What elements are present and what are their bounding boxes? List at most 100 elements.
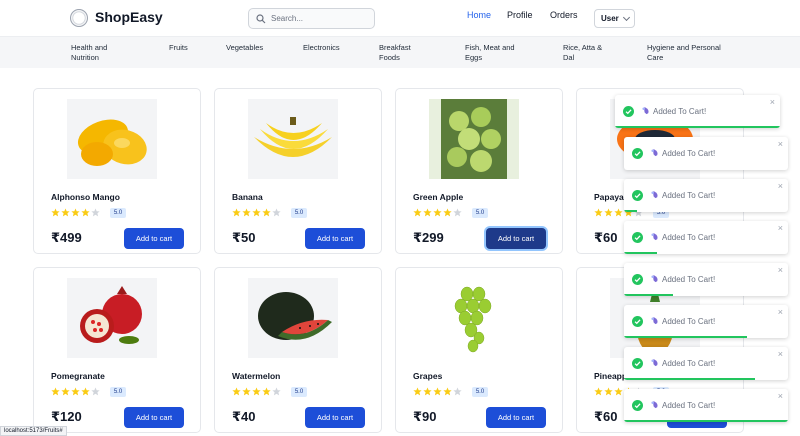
category-health-nutrition[interactable]: Health and Nutrition (71, 43, 107, 63)
rating-badge: 5.0 (110, 387, 126, 397)
rating-badge: 5.0 (472, 387, 488, 397)
shopping-cart-icon (651, 358, 658, 367)
toast-notification[interactable]: Added To Cart! × (624, 221, 788, 254)
close-icon[interactable]: × (778, 139, 783, 149)
category-vegetables[interactable]: Vegetables (226, 43, 263, 53)
product-price: ₹50 (232, 230, 256, 245)
toast-progress-bar (615, 126, 780, 128)
product-price: ₹60 (594, 230, 618, 245)
check-circle-icon (632, 358, 643, 369)
shopping-cart-icon (651, 148, 658, 157)
star-rating (232, 208, 282, 217)
rating-badge: 5.0 (110, 208, 126, 218)
check-circle-icon (632, 400, 643, 411)
add-to-cart-button[interactable]: Add to cart (486, 228, 546, 249)
check-circle-icon (623, 106, 634, 117)
product-card[interactable]: Watermelon 5.0 ₹40 Add to cart (214, 267, 382, 433)
add-to-cart-button[interactable]: Add to cart (124, 407, 184, 428)
category-fish-meat-eggs[interactable]: Fish, Meat and Eggs (465, 43, 515, 63)
toast-notification[interactable]: Added To Cart! × (624, 347, 788, 380)
category-fruits[interactable]: Fruits (169, 43, 188, 53)
nav-orders[interactable]: Orders (550, 10, 578, 20)
toast-message: Added To Cart! (662, 191, 716, 200)
product-card[interactable]: Grapes 5.0 ₹90 Add to cart (395, 267, 563, 433)
brand-name[interactable]: ShopEasy (95, 9, 163, 25)
category-hygiene-personal-care[interactable]: Hygiene and Personal Care (647, 43, 721, 63)
close-icon[interactable]: × (778, 349, 783, 359)
close-icon[interactable]: × (778, 307, 783, 317)
user-dropdown-label: User (601, 14, 619, 23)
star-rating (51, 208, 101, 217)
category-breakfast-foods[interactable]: Breakfast Foods (379, 43, 411, 63)
product-price: ₹90 (413, 409, 437, 424)
shopping-cart-icon (651, 232, 658, 241)
shopping-cart-icon (651, 316, 658, 325)
category-electronics[interactable]: Electronics (303, 43, 340, 53)
add-to-cart-button[interactable]: Add to cart (305, 407, 365, 428)
star-rating (413, 208, 463, 217)
check-circle-icon (632, 274, 643, 285)
close-icon[interactable]: × (778, 391, 783, 401)
toast-notification[interactable]: Added To Cart! × (624, 305, 788, 338)
product-image[interactable] (67, 99, 157, 179)
close-icon[interactable]: × (778, 181, 783, 191)
shopping-cart-icon (651, 274, 658, 283)
product-price: ₹499 (51, 230, 82, 245)
check-circle-icon (632, 148, 643, 159)
toast-message: Added To Cart! (662, 401, 716, 410)
nav-profile[interactable]: Profile (507, 10, 533, 20)
shopping-cart-icon (651, 400, 658, 409)
product-card[interactable]: Pomegranate 5.0 ₹120 Add to cart (33, 267, 201, 433)
toast-notification[interactable]: Added To Cart! × (624, 263, 788, 296)
toast-progress-bar (624, 336, 747, 338)
toast-notification[interactable]: Added To Cart! × (615, 95, 780, 128)
close-icon[interactable]: × (770, 97, 775, 107)
product-name: Banana (232, 192, 263, 202)
product-name: Pomegranate (51, 371, 105, 381)
category-bar: Health and Nutrition Fruits Vegetables E… (0, 36, 800, 68)
product-image[interactable] (248, 99, 338, 179)
toast-notification[interactable]: Added To Cart! × (624, 389, 788, 422)
toast-progress-bar (624, 378, 755, 380)
star-rating (413, 387, 463, 396)
search-input[interactable] (271, 14, 366, 23)
product-price: ₹299 (413, 230, 444, 245)
shopping-cart-icon (651, 190, 658, 199)
toast-progress-bar (624, 210, 637, 212)
search-box[interactable] (248, 8, 375, 29)
close-icon[interactable]: × (778, 265, 783, 275)
add-to-cart-button[interactable]: Add to cart (486, 407, 546, 428)
rating-badge: 5.0 (291, 208, 307, 218)
add-to-cart-button[interactable]: Add to cart (305, 228, 365, 249)
close-icon[interactable]: × (778, 223, 783, 233)
toast-progress-bar (624, 420, 788, 422)
check-circle-icon (632, 316, 643, 327)
chevron-down-icon (622, 13, 631, 22)
product-image[interactable] (429, 278, 519, 358)
check-circle-icon (632, 190, 643, 201)
category-rice-atta-dal[interactable]: Rice, Atta & Dal (563, 43, 602, 63)
toast-notification[interactable]: Added To Cart! × (624, 179, 788, 212)
toast-progress-bar (624, 294, 673, 296)
check-circle-icon (632, 232, 643, 243)
add-to-cart-button[interactable]: Add to cart (124, 228, 184, 249)
star-rating (232, 387, 282, 396)
brand-logo[interactable] (70, 9, 88, 27)
product-image[interactable] (67, 278, 157, 358)
product-price: ₹120 (51, 409, 82, 424)
user-dropdown[interactable]: User (594, 9, 635, 28)
search-icon (256, 13, 266, 23)
rating-badge: 5.0 (472, 208, 488, 218)
rating-badge: 5.0 (291, 387, 307, 397)
toast-notification[interactable]: Added To Cart! × (624, 137, 788, 170)
toast-message: Added To Cart! (653, 107, 707, 116)
product-card[interactable]: Green Apple 5.0 ₹299 Add to cart (395, 88, 563, 254)
product-name: Grapes (413, 371, 443, 381)
nav-home[interactable]: Home (467, 10, 491, 20)
product-card[interactable]: Banana 5.0 ₹50 Add to cart (214, 88, 382, 254)
product-card[interactable]: Alphonso Mango 5.0 ₹499 Add to cart (33, 88, 201, 254)
product-name: Papaya (594, 192, 624, 202)
star-rating (51, 387, 101, 396)
product-image[interactable] (248, 278, 338, 358)
product-image[interactable] (429, 99, 519, 179)
